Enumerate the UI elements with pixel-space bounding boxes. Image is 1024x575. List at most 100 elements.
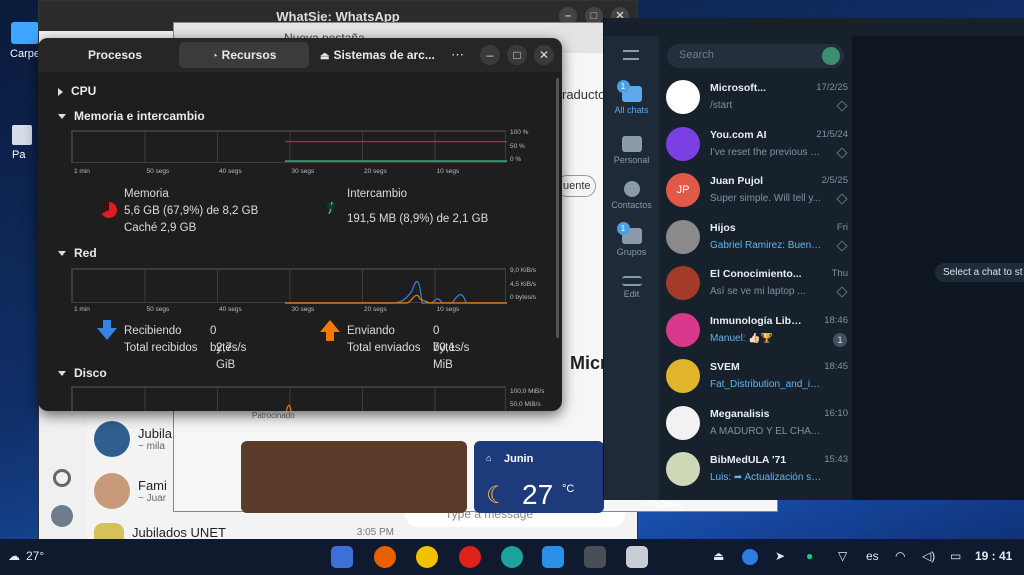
close-button[interactable]: ✕ <box>534 45 554 65</box>
chat-time: Fri <box>836 221 848 233</box>
disk-read-line <box>285 404 292 411</box>
section-cpu[interactable]: CPU <box>58 84 96 98</box>
folder-label: Personal <box>613 155 650 165</box>
zoom-icon[interactable] <box>742 549 758 565</box>
list-item[interactable]: SVEM 18:45Fat_Distribution_and_its_Co... <box>659 355 852 401</box>
chat-preview: Manuel: 👍🏻🏆 <box>710 332 774 344</box>
time-tick-label: 50 segs <box>146 168 170 175</box>
avatar <box>666 312 700 347</box>
chat-time: 2/5/25 <box>821 175 848 186</box>
folder-icon <box>11 22 39 44</box>
weather-day: mañana <box>646 499 683 510</box>
filter-chip[interactable]: uente <box>556 175 596 197</box>
folder-edit[interactable]: Edit <box>604 276 659 299</box>
scrollbar[interactable] <box>556 78 559 338</box>
avatar[interactable] <box>51 505 73 527</box>
folder-icon <box>621 136 642 152</box>
desktop-icon-label: Carpe <box>10 48 40 60</box>
news-image[interactable] <box>241 441 467 513</box>
receive-stats: Recibiendo 0 bytes/s Total recibidos 2,7 G… <box>124 323 246 371</box>
vpn-icon[interactable]: ▽ <box>838 549 847 563</box>
avatar <box>94 421 130 457</box>
keyboard-language[interactable]: es <box>866 549 879 563</box>
taskbar-temperature: 27° <box>26 549 45 563</box>
list-item[interactable]: You.com AI 21/5/24 I've reset the previous… <box>659 123 852 169</box>
list-item[interactable]: BibMedULA '71 15:43 Luis: ➦ Actualización … <box>659 448 852 494</box>
clock[interactable]: 19 : 41 <box>975 549 1012 563</box>
weather-icon: ☁ <box>8 549 20 563</box>
time-tick-label: 40 segs <box>219 306 242 313</box>
list-item[interactable]: Microsoft... 17/2/25/start <box>659 76 852 122</box>
tab-resources[interactable]: ◔ Recursos <box>179 42 309 68</box>
chat-name: You.com AI <box>710 128 767 141</box>
weather-temp: 27 <box>522 479 554 510</box>
telegram-tray-icon[interactable]: ➤ <box>775 549 785 563</box>
send-stats: Enviando 0 bytes/s Total enviados 70,1 MiB <box>347 323 469 371</box>
app-stack-icon[interactable] <box>331 546 353 568</box>
swap-stats: Intercambio 191,5 MB (8,9%) de 2,1 GB <box>347 186 488 228</box>
folder-label: Contactos <box>611 200 652 210</box>
list-item[interactable]: Hijos Fri Gabriel Ramirez: Buena... <box>659 216 852 262</box>
firefox-icon[interactable] <box>374 546 396 568</box>
minimize-button[interactable]: – <box>480 45 500 65</box>
weather-widget[interactable]: ☁ 27° <box>8 549 44 563</box>
list-item[interactable]: Inmunología Libr... 18:46 Manuel: 👍🏻🏆 1 <box>659 309 852 355</box>
menu-icon[interactable] <box>623 50 639 60</box>
chat-preview: ~ mila <box>138 441 165 452</box>
chat-preview: Super simple. Will tell y... <box>710 193 821 204</box>
chrome-icon[interactable] <box>416 546 438 568</box>
section-title: CPU <box>71 84 97 98</box>
tab-filesystems[interactable]: ⏏ Sistemas de arc... <box>310 42 445 68</box>
volume-icon[interactable]: ◁) <box>922 549 935 563</box>
search-input[interactable]: Search <box>667 44 844 68</box>
settings-icon[interactable] <box>53 469 71 487</box>
memory-pie-icon <box>101 202 117 218</box>
desktop-file-icon[interactable]: Pa <box>12 125 38 161</box>
upload-arrow-icon <box>320 320 340 332</box>
graph-tick-label: 100 % <box>510 129 529 136</box>
folder-personal[interactable]: Personal <box>604 136 659 165</box>
opera-icon[interactable] <box>459 546 481 568</box>
chat-name: El Conocimiento... <box>710 268 802 280</box>
chat-preview: I've reset the previous c... <box>710 146 822 158</box>
whatsapp-tray-icon[interactable]: ● <box>806 549 813 563</box>
network-graph-svg <box>285 281 507 304</box>
list-item[interactable]: Meganalisis 16:10A MADURO Y EL CHAVISMO,.… <box>659 402 852 448</box>
section-disk[interactable]: Disco <box>58 366 107 380</box>
chat-name: SVEM <box>710 361 740 373</box>
folder-contacts[interactable]: Contactos <box>604 181 659 210</box>
weather-card[interactable]: ⌂ Junin ☾ 27 °C <box>474 441 604 513</box>
terminal-icon[interactable] <box>584 546 606 568</box>
list-item[interactable]: JP Juan Pujol 2/5/25 Super simple. Will tel… <box>659 169 852 215</box>
disk-graph-svg <box>285 404 292 411</box>
graph-tick-label: 50,0 MiB/s <box>510 401 541 408</box>
memory-graph-svg <box>285 140 507 162</box>
tab-processes[interactable]: Procesos <box>78 42 152 68</box>
chat-preview: /start <box>710 100 733 111</box>
folder-groups[interactable]: 1 Grupos <box>604 222 659 257</box>
section-memory[interactable]: Memoria e intercambio <box>58 109 205 123</box>
battery-icon[interactable]: ▭ <box>950 549 961 563</box>
eject-icon[interactable]: ⏏ <box>713 549 724 563</box>
more-options-button[interactable]: ⋯ <box>451 47 464 63</box>
chat-preview: Así se ve mi laptop ... <box>710 286 806 297</box>
chat-time: 18:46 <box>824 314 848 326</box>
time-tick-label: 10 segs <box>436 306 460 313</box>
folder-all-chats[interactable]: 1 All chats <box>604 80 659 115</box>
weather-unit: °C <box>562 483 575 495</box>
memory-graph <box>71 130 507 163</box>
collapse-icon <box>58 251 66 257</box>
chat-preview: ~ Juar <box>138 493 167 504</box>
wifi-icon[interactable]: ◠ <box>895 549 905 563</box>
text-editor-icon[interactable] <box>626 546 648 568</box>
section-network[interactable]: Red <box>58 246 97 260</box>
chat-name: Juan Pujol <box>710 175 764 187</box>
edge-icon[interactable] <box>501 546 523 568</box>
file-icon <box>12 125 32 145</box>
avatar <box>666 452 700 486</box>
list-item[interactable]: El Conocimiento... Thu Así se ve mi laptop… <box>659 262 852 308</box>
avatar[interactable] <box>822 47 840 65</box>
tab-label: Procesos <box>88 48 143 62</box>
files-icon[interactable] <box>542 546 564 568</box>
maximize-button[interactable]: □ <box>507 45 527 65</box>
